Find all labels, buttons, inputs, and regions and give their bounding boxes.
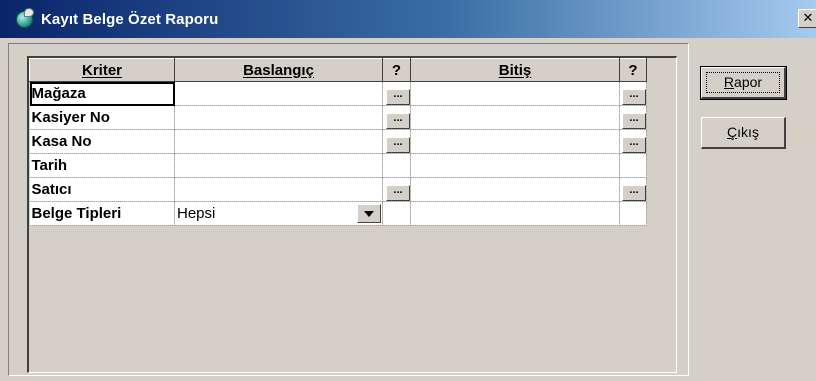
window-title: Kayıt Belge Özet Raporu	[41, 10, 219, 28]
start-value-cell[interactable]	[174, 81, 383, 106]
start-value-cell[interactable]	[174, 105, 383, 130]
table-row[interactable]: Mağaza......	[29, 81, 647, 106]
chevron-down-icon[interactable]	[357, 204, 381, 223]
start-lookup-cell	[382, 201, 411, 226]
close-button[interactable]: ✕	[798, 9, 816, 28]
close-icon[interactable]: ✕	[803, 10, 814, 25]
table-row[interactable]: Satıcı......	[29, 177, 647, 202]
end-value-cell[interactable]	[410, 81, 620, 106]
end-lookup-cell[interactable]: ...	[619, 81, 647, 106]
start-lookup-button[interactable]: ...	[386, 113, 410, 129]
criterion-cell[interactable]: Satıcı	[29, 177, 175, 202]
start-value-cell[interactable]	[174, 177, 383, 202]
start-value-cell[interactable]: Hepsi	[174, 201, 383, 226]
end-lookup-button[interactable]: ...	[622, 89, 646, 105]
start-lookup-cell	[382, 153, 411, 178]
report-button-label: apor	[734, 74, 763, 90]
report-button-mnemonic: R	[723, 74, 735, 90]
report-button[interactable]: Rapor	[700, 66, 787, 100]
criterion-cell[interactable]: Kasiyer No	[29, 105, 175, 130]
column-header-start[interactable]: Baslangıç	[174, 58, 383, 82]
start-lookup-cell[interactable]: ...	[382, 105, 411, 130]
end-lookup-cell[interactable]: ...	[619, 177, 647, 202]
criteria-grid: Kriter Baslangıç ? Bitiş ? Mağaza...... K…	[27, 56, 677, 373]
column-header-end-help[interactable]: ?	[619, 58, 647, 82]
start-value-cell[interactable]	[174, 153, 383, 178]
column-header-start-help[interactable]: ?	[382, 58, 411, 82]
table-row[interactable]: Kasa No......	[29, 129, 647, 154]
end-lookup-cell	[619, 201, 647, 226]
end-value-cell[interactable]	[410, 177, 620, 202]
end-lookup-cell	[619, 153, 647, 178]
end-lookup-button[interactable]: ...	[622, 185, 646, 201]
criterion-cell[interactable]: Belge Tipleri	[29, 201, 175, 226]
criterion-cell[interactable]: Tarih	[29, 153, 175, 178]
end-lookup-button[interactable]: ...	[622, 113, 646, 129]
table-row[interactable]: Tarih	[29, 153, 647, 178]
app-globe-icon	[14, 8, 36, 30]
criterion-cell[interactable]: Kasa No	[29, 129, 175, 154]
end-value-cell[interactable]	[410, 153, 620, 178]
start-lookup-cell[interactable]: ...	[382, 177, 411, 202]
end-value-cell[interactable]	[410, 105, 620, 130]
end-lookup-cell[interactable]: ...	[619, 105, 647, 130]
start-lookup-cell[interactable]: ...	[382, 129, 411, 154]
criteria-panel: Kriter Baslangıç ? Bitiş ? Mağaza...... K…	[8, 43, 689, 376]
start-value-cell[interactable]	[174, 129, 383, 154]
end-value-cell[interactable]	[410, 201, 620, 226]
criteria-table: Kriter Baslangıç ? Bitiş ? Mağaza...... K…	[29, 58, 647, 226]
end-lookup-cell[interactable]: ...	[619, 129, 647, 154]
exit-button[interactable]: Çıkış	[701, 117, 786, 149]
combo-value: Hepsi	[177, 205, 216, 222]
start-lookup-button[interactable]: ...	[386, 185, 410, 201]
end-value-cell[interactable]	[410, 129, 620, 154]
start-lookup-button[interactable]: ...	[386, 89, 410, 105]
end-lookup-button[interactable]: ...	[622, 137, 646, 153]
exit-button-mnemonic: Ç	[727, 124, 738, 140]
document-type-combo[interactable]: Hepsi	[177, 202, 382, 225]
table-row[interactable]: Belge Tipleri Hepsi	[29, 201, 647, 226]
column-header-end[interactable]: Bitiş	[410, 58, 620, 82]
criterion-cell[interactable]: Mağaza	[29, 81, 175, 106]
title-bar: Kayıt Belge Özet Raporu ✕	[0, 0, 816, 38]
column-header-criterion[interactable]: Kriter	[29, 58, 175, 82]
header-row: Kriter Baslangıç ? Bitiş ?	[29, 58, 647, 82]
exit-button-label: ıkış	[737, 124, 759, 140]
start-lookup-cell[interactable]: ...	[382, 81, 411, 106]
start-lookup-button[interactable]: ...	[386, 137, 410, 153]
table-row[interactable]: Kasiyer No......	[29, 105, 647, 130]
